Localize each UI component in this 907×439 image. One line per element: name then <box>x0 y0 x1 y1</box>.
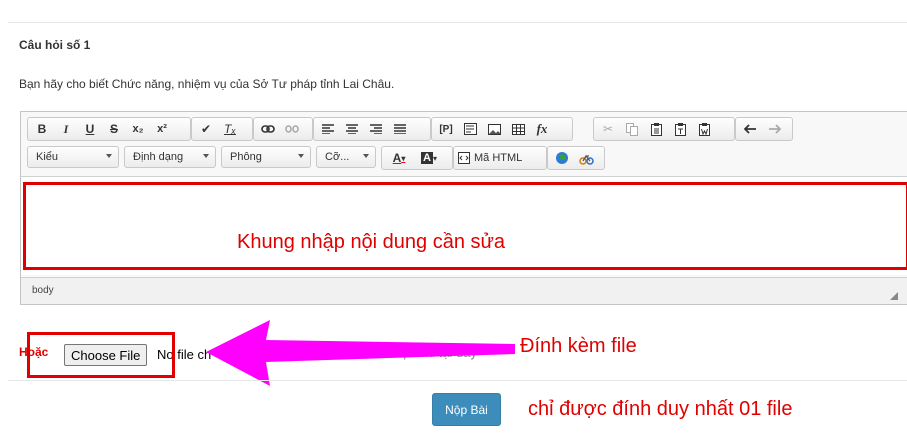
submit-button[interactable]: Nộp Bài <box>432 393 501 426</box>
submit-annotation: chỉ được đính duy nhất 01 file <box>528 398 793 420</box>
attachment-annotation: Đính kèm file <box>520 335 637 357</box>
pointer-arrow-icon <box>206 320 515 386</box>
bottom-divider <box>8 380 907 381</box>
